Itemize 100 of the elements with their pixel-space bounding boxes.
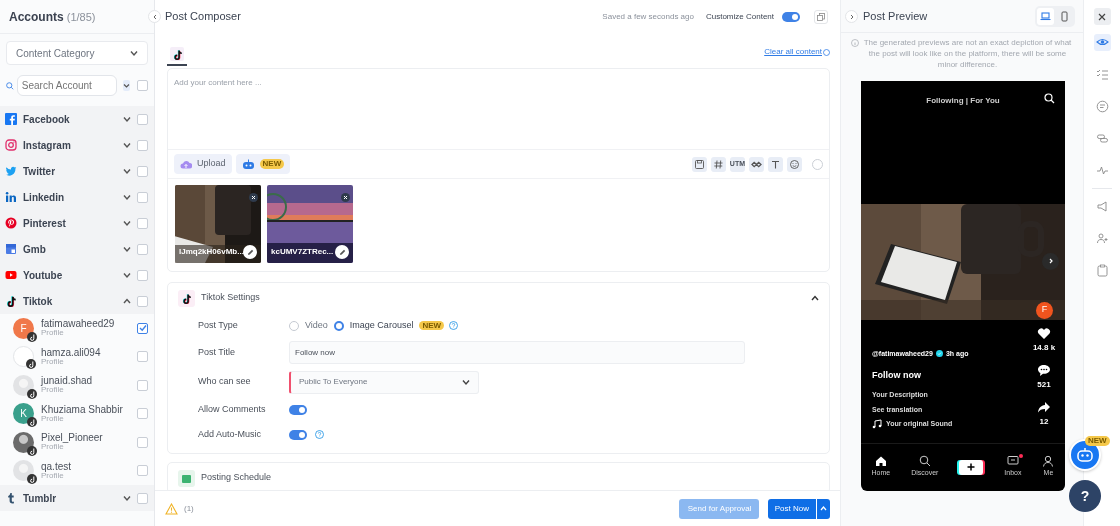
close-button[interactable] bbox=[1093, 8, 1111, 25]
note-icon bbox=[1095, 100, 1109, 113]
options-button[interactable] bbox=[816, 498, 830, 519]
chevron-down-icon[interactable] bbox=[123, 219, 131, 227]
close-icon[interactable] bbox=[249, 192, 258, 202]
platform-name: Tiktok bbox=[23, 294, 54, 309]
create-button[interactable] bbox=[959, 459, 984, 475]
checkbox[interactable] bbox=[137, 492, 148, 504]
account-name: qa.test bbox=[41, 460, 73, 472]
checkbox[interactable] bbox=[137, 191, 148, 203]
copy-button[interactable] bbox=[814, 9, 828, 24]
clear-content-link[interactable]: Clear all content bbox=[764, 46, 822, 58]
toggle-switch[interactable] bbox=[782, 11, 800, 22]
help-icon bbox=[315, 430, 324, 439]
visibility-dropdown[interactable]: Public To Everyone bbox=[289, 370, 479, 394]
filter-dropdown[interactable] bbox=[122, 80, 130, 91]
checklist-icon bbox=[1095, 68, 1109, 81]
chevron-down-icon[interactable] bbox=[123, 115, 131, 123]
category-dropdown[interactable]: Content Category bbox=[6, 41, 148, 65]
section-title: Tiktok Settings bbox=[201, 291, 260, 305]
checkbox[interactable] bbox=[137, 436, 148, 448]
tiktok-icon bbox=[5, 295, 17, 307]
storefront-icon bbox=[5, 243, 17, 255]
checkbox[interactable] bbox=[137, 139, 148, 151]
checkbox[interactable] bbox=[137, 113, 148, 125]
robot-icon bbox=[1076, 447, 1094, 463]
sidebar-tab[interactable] bbox=[1093, 34, 1111, 51]
platform-name: Twitter bbox=[23, 164, 57, 179]
search-icon[interactable] bbox=[1044, 92, 1055, 104]
chain-icon bbox=[1095, 132, 1109, 145]
tiktok-icon bbox=[171, 48, 183, 60]
close-icon[interactable] bbox=[341, 192, 350, 202]
platform-name: Instagram bbox=[23, 138, 72, 153]
title-field[interactable]: Follow now bbox=[289, 341, 745, 364]
clipboard-icon bbox=[1095, 264, 1109, 277]
checkbox[interactable] bbox=[137, 408, 148, 420]
chevron-up-icon[interactable] bbox=[123, 297, 131, 305]
checkbox[interactable] bbox=[137, 351, 148, 363]
section-title: Posting Schedule bbox=[201, 471, 272, 485]
help-icon bbox=[823, 48, 830, 56]
ai-assistant-button[interactable]: NEW bbox=[235, 154, 291, 174]
chevron-down-icon[interactable] bbox=[123, 245, 131, 253]
checkbox[interactable] bbox=[137, 243, 148, 255]
verified-icon bbox=[935, 350, 943, 358]
chevron-down-icon[interactable] bbox=[123, 141, 131, 149]
chevron-left-icon bbox=[151, 13, 158, 20]
checkbox[interactable] bbox=[137, 269, 148, 281]
account-type: Profile bbox=[41, 357, 65, 367]
account-name: Pixel_Pioneer bbox=[41, 432, 104, 444]
chevron-down-icon[interactable] bbox=[123, 193, 131, 201]
field-label: Post Title bbox=[198, 345, 236, 359]
checkbox[interactable] bbox=[137, 322, 148, 334]
emoji-icon[interactable] bbox=[789, 158, 800, 170]
text-format-icon[interactable] bbox=[770, 158, 781, 170]
radio-label: Image Carousel bbox=[349, 318, 414, 332]
tumblr-icon bbox=[5, 492, 17, 504]
file-name: kcUMV7ZTRec... bbox=[271, 246, 334, 258]
checkbox[interactable] bbox=[137, 379, 148, 391]
account-name: hamza.ali094 bbox=[41, 346, 102, 358]
toggle-switch[interactable] bbox=[289, 429, 307, 440]
panel-title: Post Preview bbox=[863, 8, 928, 24]
count-label: 521 bbox=[1037, 378, 1051, 391]
platform-name: Youtube bbox=[23, 268, 64, 283]
checkbox[interactable] bbox=[137, 465, 148, 477]
field-label: Allow Comments bbox=[198, 402, 267, 416]
expand-button[interactable] bbox=[845, 10, 858, 23]
panel-title: Accounts (1/85) bbox=[9, 8, 96, 26]
avatar: F bbox=[13, 317, 34, 339]
device-tab[interactable] bbox=[1037, 7, 1054, 25]
info-notice: The generated previews are not an exact depiction of what the post will look like on the platform, there will be some minor difference. bbox=[862, 37, 1073, 71]
chevron-down-icon[interactable] bbox=[123, 271, 131, 279]
field-label: Add Auto-Music bbox=[198, 427, 263, 441]
feed-tabs[interactable]: Following | For You bbox=[861, 94, 1065, 107]
radio-button[interactable] bbox=[333, 320, 344, 331]
account-type: Profile bbox=[41, 329, 65, 339]
toggle-switch[interactable] bbox=[289, 404, 307, 415]
save-icon[interactable] bbox=[693, 158, 705, 170]
upload-button[interactable]: Upload bbox=[174, 154, 232, 174]
platform-name: Tumblr bbox=[23, 491, 58, 506]
people-icon bbox=[1095, 232, 1109, 245]
hashtag-icon[interactable] bbox=[712, 158, 724, 170]
account-type: Profile bbox=[41, 471, 64, 481]
panel-title: Post Composer bbox=[165, 9, 241, 25]
post-now-button[interactable]: Post Now bbox=[767, 498, 816, 519]
checkbox[interactable] bbox=[137, 165, 148, 177]
checkbox[interactable] bbox=[137, 217, 148, 229]
search-field[interactable]: Search Account bbox=[16, 75, 117, 96]
account-name: junaid.shad bbox=[41, 375, 94, 387]
checkbox[interactable] bbox=[137, 80, 148, 91]
share-icon[interactable] bbox=[1037, 400, 1051, 414]
laptop-icon bbox=[1040, 10, 1051, 22]
platform-name: Gmb bbox=[23, 242, 47, 257]
chevron-down-icon[interactable] bbox=[123, 494, 131, 502]
account-name: fatimawaheed29 bbox=[41, 318, 116, 330]
comment-icon[interactable] bbox=[1037, 363, 1051, 377]
chevron-up-icon[interactable] bbox=[811, 294, 819, 302]
pencil-icon bbox=[246, 248, 254, 256]
checkbox[interactable] bbox=[137, 295, 148, 307]
chevron-down-icon[interactable] bbox=[123, 167, 131, 175]
heart-icon[interactable] bbox=[1037, 326, 1051, 340]
